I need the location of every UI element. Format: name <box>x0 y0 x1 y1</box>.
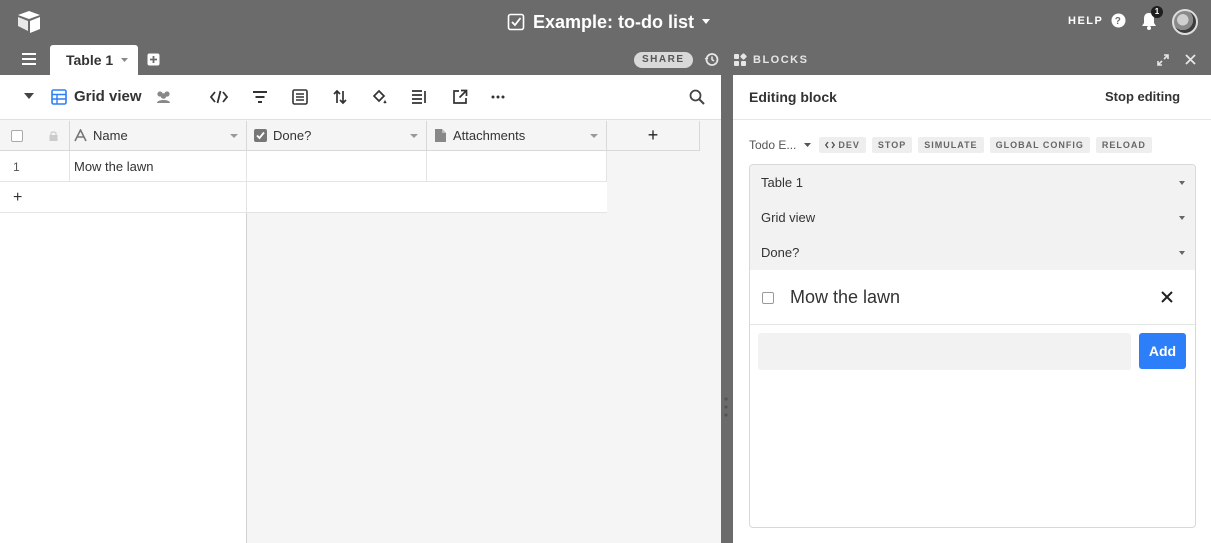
share-view-icon[interactable] <box>452 89 468 105</box>
add-column-button[interactable]: + <box>607 121 700 151</box>
airtable-logo-icon[interactable] <box>16 10 42 34</box>
chevron-down-icon[interactable] <box>24 93 34 100</box>
table-tab-bar: Table 1 SHARE BLOCKS <box>0 44 1211 75</box>
attachment-field-icon <box>435 129 446 142</box>
blocks-panel: Editing block Stop editing Todo E... DEV… <box>733 75 1211 543</box>
checkbox-field-icon <box>254 129 267 142</box>
add-todo-button[interactable]: Add <box>1139 333 1186 369</box>
name-cell[interactable]: Mow the lawn <box>70 151 247 182</box>
panel-resize-handle[interactable] <box>724 396 728 418</box>
block-name: Todo E... <box>749 138 797 152</box>
base-title-text: Example: to-do list <box>533 11 695 32</box>
column-label: Name <box>93 128 128 143</box>
add-row-button[interactable]: + <box>0 182 247 213</box>
field-picker[interactable]: Done? <box>750 235 1195 270</box>
grid-view-icon <box>51 89 67 105</box>
dev-label: DEV <box>838 140 860 150</box>
top-bar: Example: to-do list HELP ? 1 <box>0 0 1211 44</box>
column-header-attachments[interactable]: Attachments <box>427 121 607 151</box>
share-button[interactable]: SHARE <box>634 52 693 68</box>
avatar[interactable] <box>1172 9 1198 35</box>
column-header-name[interactable]: Name <box>70 121 247 151</box>
add-row[interactable]: + <box>0 182 607 213</box>
stop-editing-button[interactable]: Stop editing <box>1105 89 1180 104</box>
menu-icon[interactable] <box>22 53 36 65</box>
close-icon[interactable] <box>1185 54 1196 65</box>
dev-button[interactable]: DEV <box>819 137 866 153</box>
history-icon[interactable] <box>704 52 719 67</box>
notifications-button[interactable]: 1 <box>1141 6 1163 30</box>
code-icon <box>825 141 836 149</box>
global-config-button[interactable]: GLOBAL CONFIG <box>989 137 1090 153</box>
blocks-label: BLOCKS <box>753 54 809 66</box>
chevron-down-icon <box>1179 251 1185 255</box>
svg-text:?: ? <box>1115 16 1123 27</box>
block-frame: Table 1 Grid view Done? Mow the lawn Add <box>749 164 1196 528</box>
column-header-done[interactable]: Done? <box>247 121 427 151</box>
chevron-down-icon[interactable] <box>590 134 598 138</box>
blocks-button[interactable]: BLOCKS <box>733 53 808 67</box>
delete-todo-icon[interactable] <box>1161 291 1173 303</box>
sort-icon[interactable] <box>332 89 348 105</box>
column-label: Done? <box>273 128 312 143</box>
group-icon[interactable] <box>292 89 308 105</box>
select-all-cell <box>0 121 70 151</box>
field-picker-value: Done? <box>761 245 800 260</box>
search-icon[interactable] <box>689 89 705 105</box>
chevron-down-icon <box>1179 216 1185 220</box>
chevron-down-icon[interactable] <box>410 134 418 138</box>
help-icon: ? <box>1111 13 1126 28</box>
select-all-checkbox[interactable] <box>11 130 23 142</box>
todo-label[interactable]: Mow the lawn <box>790 287 900 308</box>
simulate-button[interactable]: SIMULATE <box>918 137 984 153</box>
view-bar: Grid view <box>0 75 721 120</box>
tab-label: Table 1 <box>66 52 114 68</box>
lock-icon <box>49 131 58 141</box>
help-button[interactable]: HELP ? <box>1068 13 1126 28</box>
new-todo-input[interactable] <box>758 333 1131 370</box>
todo-item: Mow the lawn <box>750 270 1195 325</box>
help-label: HELP <box>1068 14 1104 27</box>
table-picker[interactable]: Table 1 <box>750 165 1195 200</box>
reload-button[interactable]: RELOAD <box>1095 137 1152 153</box>
color-icon[interactable] <box>371 89 388 105</box>
panel-title: Editing block <box>749 89 837 105</box>
stop-button[interactable]: STOP <box>871 137 913 153</box>
todo-checkbox[interactable] <box>762 292 774 304</box>
view-picker-value: Grid view <box>761 210 816 225</box>
collaborators-icon[interactable] <box>155 90 172 104</box>
column-label: Attachments <box>453 128 526 143</box>
block-name-dropdown[interactable]: Todo E... <box>749 138 812 152</box>
view-name[interactable]: Grid view <box>74 88 142 105</box>
chevron-down-icon <box>1179 181 1185 185</box>
chevron-down-icon <box>121 57 129 63</box>
table-row[interactable]: 1 Mow the lawn <box>0 151 607 182</box>
chevron-down-icon <box>702 19 711 25</box>
blocks-icon <box>733 53 747 67</box>
row-height-icon[interactable] <box>411 89 427 105</box>
chevron-down-icon <box>804 142 812 148</box>
tab-table-1[interactable]: Table 1 <box>50 45 138 75</box>
expand-icon[interactable] <box>1157 54 1169 66</box>
done-cell[interactable] <box>247 151 427 182</box>
block-dev-toolbar: Todo E... DEV STOP SIMULATE GLOBAL CONFI… <box>749 137 1152 153</box>
panel-header: Editing block Stop editing <box>733 75 1211 120</box>
header-row: Name Done? Attachments + <box>0 121 721 151</box>
more-icon[interactable] <box>490 89 506 105</box>
checkbox-icon <box>507 13 525 31</box>
notification-badge: 1 <box>1151 6 1163 18</box>
table-picker-value: Table 1 <box>761 175 803 190</box>
attachments-cell[interactable] <box>427 151 607 182</box>
code-icon[interactable] <box>210 89 228 105</box>
add-table-icon[interactable] <box>147 53 160 66</box>
row-number: 1 <box>0 151 70 182</box>
view-picker[interactable]: Grid view <box>750 200 1195 235</box>
text-field-icon <box>74 129 87 142</box>
filter-icon[interactable] <box>252 89 268 105</box>
chevron-down-icon[interactable] <box>230 134 238 138</box>
grid-area: Grid view Name Done? Attachments + 1 Mow… <box>0 75 728 543</box>
base-title[interactable]: Example: to-do list <box>507 10 711 34</box>
